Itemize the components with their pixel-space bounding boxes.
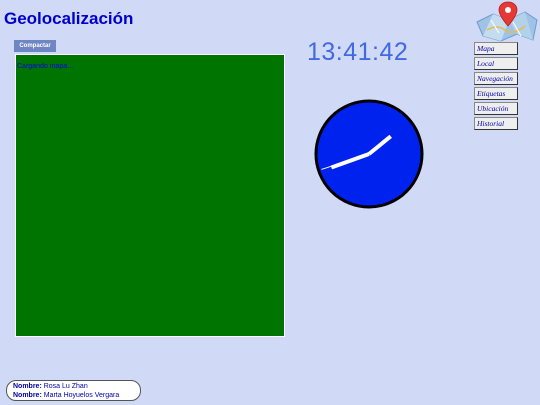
compact-button[interactable]: Compactar bbox=[14, 40, 56, 52]
digital-clock: 13:41:42 bbox=[307, 38, 409, 66]
analog-clock bbox=[314, 99, 424, 209]
page-title: Geolocalización bbox=[4, 9, 134, 28]
nav-item-local[interactable]: Local bbox=[474, 57, 518, 70]
nav-item-ubicacion[interactable]: Ubicación bbox=[474, 102, 518, 115]
map-logo bbox=[473, 0, 540, 42]
nav-item-historial[interactable]: Historial bbox=[474, 117, 518, 130]
author-label: Nombre: bbox=[13, 392, 42, 399]
nav-item-etiquetas[interactable]: Etiquetas bbox=[474, 87, 518, 100]
author-row: Nombre: Rosa Lu Zhan bbox=[13, 382, 140, 391]
author-name: Marta Hoyuelos Vergara bbox=[43, 392, 120, 399]
author-name: Rosa Lu Zhan bbox=[43, 383, 88, 390]
map-container[interactable]: Cargando mapa... bbox=[15, 54, 285, 337]
map-pin-icon bbox=[476, 1, 538, 42]
author-row: Nombre: Marta Hoyuelos Vergara bbox=[13, 391, 140, 400]
nav-menu: Mapa Local Navegación Etiquetas Ubicación His… bbox=[474, 42, 518, 132]
nav-item-mapa[interactable]: Mapa bbox=[474, 42, 518, 55]
map-loading-text: Cargando mapa... bbox=[17, 63, 74, 70]
author-label: Nombre: bbox=[13, 383, 42, 390]
authors-card: Nombre: Rosa Lu Zhan Nombre: Marta Hoyuel… bbox=[6, 380, 141, 401]
nav-item-navegacion[interactable]: Navegación bbox=[474, 72, 518, 85]
